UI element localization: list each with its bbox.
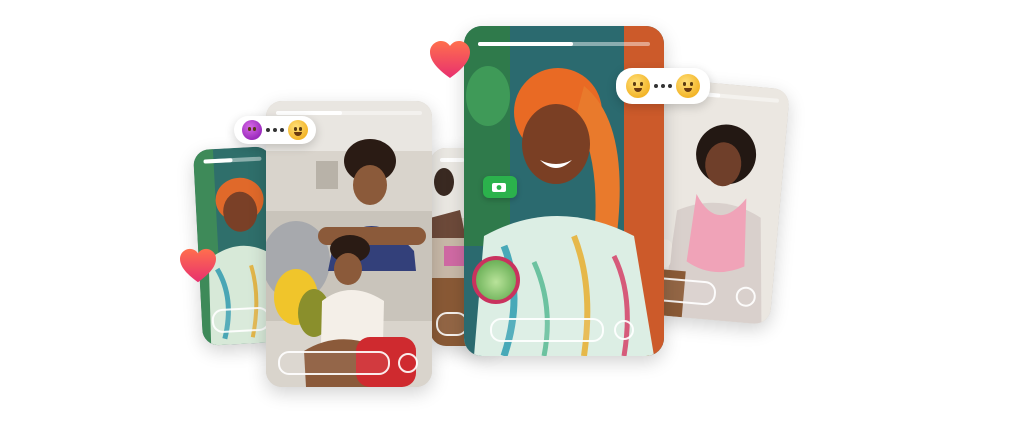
reaction-emoji-icon: [242, 120, 262, 140]
story-progress-bar: [478, 42, 650, 46]
story-progress-fill: [478, 42, 573, 46]
reaction-bubble-left: [234, 116, 316, 144]
story-progress-fill: [440, 158, 464, 162]
reply-send-icon[interactable]: [398, 353, 418, 373]
heart-icon: [180, 248, 216, 283]
reply-field[interactable]: [278, 351, 390, 375]
reaction-emoji-icon: [676, 74, 700, 98]
reaction-emoji-icon: [288, 120, 308, 140]
typing-dots-icon: [266, 128, 284, 132]
stories-collage: [0, 0, 1018, 430]
reaction-bubble-right: [616, 68, 710, 104]
story-progress-bar: [276, 111, 422, 115]
heart-icon: [430, 41, 470, 78]
story-progress-fill: [276, 111, 342, 115]
reply-field[interactable]: [490, 318, 604, 342]
circle-sticker: [472, 256, 520, 304]
green-sticker-chip: [483, 176, 517, 198]
reply-field[interactable]: [211, 306, 271, 334]
typing-dots-icon: [654, 84, 672, 88]
reply-send-icon[interactable]: [614, 320, 634, 340]
reaction-emoji-icon: [626, 74, 650, 98]
money-icon: [492, 183, 506, 192]
